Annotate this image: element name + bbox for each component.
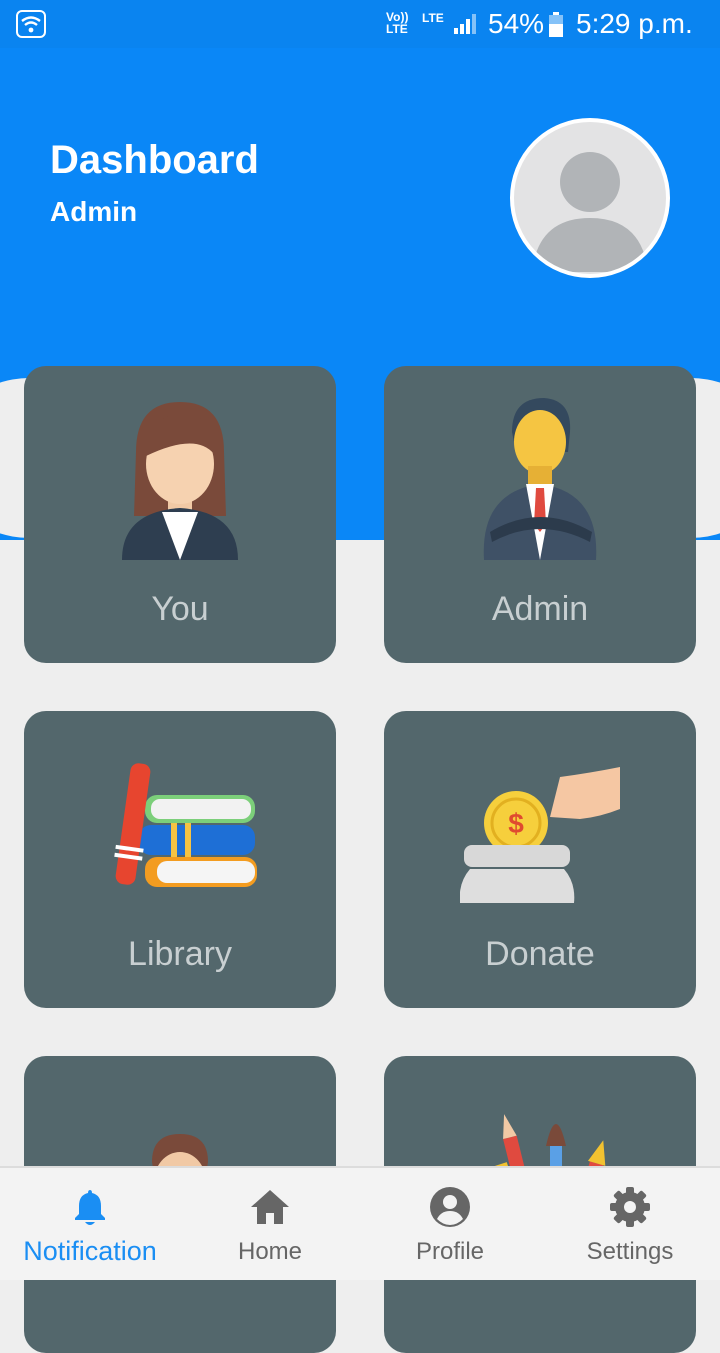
page-subtitle: Admin xyxy=(50,196,138,227)
card-label: You xyxy=(151,590,209,628)
signal-icon xyxy=(454,14,476,34)
card-label: Donate xyxy=(485,935,595,973)
clock: 5:29 p.m. xyxy=(576,8,693,39)
nav-label: Settings xyxy=(586,1238,674,1265)
businessman-icon xyxy=(483,398,597,560)
svg-text:$: $ xyxy=(508,808,524,839)
card-label: Library xyxy=(128,935,232,973)
page-title: Dashboard xyxy=(50,138,259,182)
battery-icon xyxy=(549,12,563,37)
card-admin[interactable]: Admin xyxy=(384,366,696,663)
nav-settings[interactable]: Settings xyxy=(540,1168,720,1282)
nav-notification[interactable]: Notification xyxy=(0,1168,180,1282)
bell-icon xyxy=(75,1190,105,1225)
bottom-navigation: Notification Home Profile Settings xyxy=(0,1166,720,1280)
woman-icon xyxy=(122,402,238,560)
battery-percent: 54% xyxy=(488,8,545,39)
card-label: Admin xyxy=(491,590,589,628)
status-bar: Vo)) LTE LTE 54% 5:29 p.m. xyxy=(0,0,720,48)
volte-indicator: Vo)) LTE xyxy=(386,10,409,36)
card-donate[interactable]: $ Donate xyxy=(384,711,696,1008)
account-circle-icon xyxy=(430,1187,470,1227)
user-placeholder-icon xyxy=(532,152,648,272)
nav-label: Home xyxy=(237,1238,303,1265)
lte-indicator: LTE xyxy=(422,11,444,25)
nav-profile[interactable]: Profile xyxy=(360,1168,540,1282)
nav-home[interactable]: Home xyxy=(180,1168,360,1282)
card-you[interactable]: You xyxy=(24,366,336,663)
donate-coin-icon: $ xyxy=(460,767,620,903)
nav-label: Profile xyxy=(415,1238,485,1265)
home-icon xyxy=(251,1190,289,1224)
nav-label: Notification xyxy=(23,1236,157,1266)
gear-icon xyxy=(610,1187,650,1227)
wifi-icon xyxy=(16,10,46,38)
card-library[interactable]: Library xyxy=(24,711,336,1008)
books-icon xyxy=(114,763,257,887)
avatar[interactable] xyxy=(510,118,670,278)
